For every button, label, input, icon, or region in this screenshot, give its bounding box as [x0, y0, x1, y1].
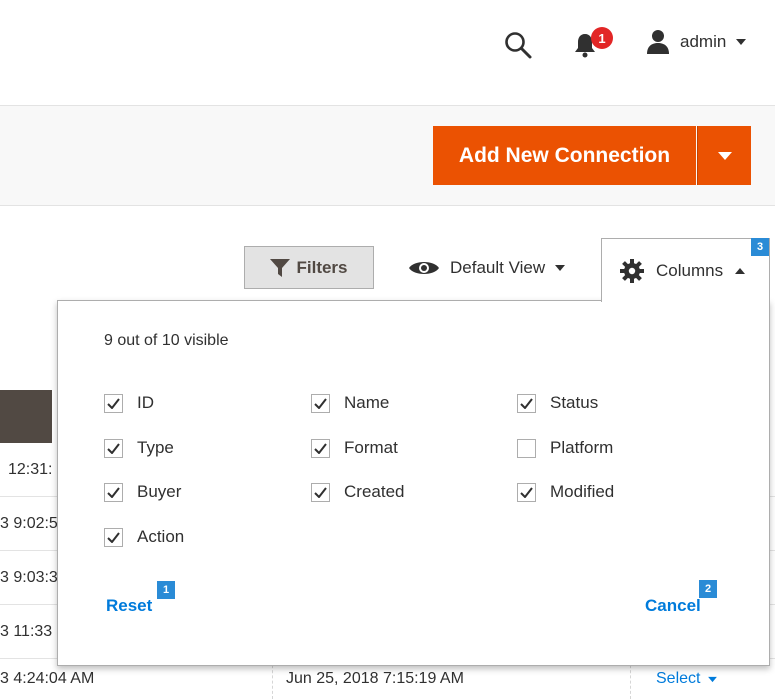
checkbox-checked-icon[interactable] [311, 393, 330, 413]
default-view-label: Default View [450, 258, 546, 277]
columns-label: Columns [656, 260, 724, 280]
column-option-name[interactable]: Name [311, 393, 389, 413]
column-option-label: Modified [550, 482, 615, 501]
column-option-id[interactable]: ID [104, 393, 154, 413]
filter-icon [270, 258, 291, 277]
column-option-label: Type [137, 438, 174, 457]
caret-down-icon [717, 151, 732, 160]
column-option-format[interactable]: Format [311, 438, 398, 458]
column-option-label: Status [550, 393, 599, 412]
columns-dropdown-toggle[interactable]: Columns [601, 238, 770, 302]
checkbox-checked-icon[interactable] [517, 393, 536, 413]
caret-up-icon [735, 267, 746, 274]
column-option-action[interactable]: Action [104, 527, 184, 547]
gear-icon [620, 258, 644, 283]
filters-label: Filters [296, 257, 348, 277]
column-option-status[interactable]: Status [517, 393, 598, 413]
filters-button[interactable]: Filters [244, 246, 374, 289]
callout-marker: 1 [157, 581, 175, 599]
column-option-label: Created [344, 482, 405, 501]
checkbox-unchecked-icon[interactable] [517, 438, 536, 458]
eye-icon [409, 262, 439, 274]
checkbox-checked-icon[interactable] [104, 527, 123, 547]
row-action-label: Select [656, 670, 701, 687]
checkbox-checked-icon[interactable] [104, 482, 123, 502]
column-option-label: Action [137, 527, 185, 546]
column-option-type[interactable]: Type [104, 438, 174, 458]
column-option-label: Buyer [137, 482, 182, 501]
checkbox-checked-icon[interactable] [104, 438, 123, 458]
visible-columns-count: 9 out of 10 visible [104, 332, 229, 349]
user-icon [647, 30, 669, 54]
admin-menu[interactable]: admin [646, 26, 747, 58]
row-time-fragment: 3 11:33 [0, 623, 53, 640]
cancel-button[interactable]: Cancel [645, 596, 701, 616]
add-new-connection-button[interactable]: Add New Connection [433, 126, 696, 185]
reset-button[interactable]: Reset [106, 596, 152, 616]
checkbox-checked-icon[interactable] [311, 482, 330, 502]
admin-username: admin [680, 32, 727, 51]
grid-header [0, 390, 52, 443]
column-option-created[interactable]: Created [311, 482, 404, 502]
default-view-dropdown[interactable]: Default View [408, 254, 566, 282]
callout-marker: 3 [751, 238, 769, 256]
caret-down-icon [736, 39, 747, 45]
column-option-label: ID [137, 393, 154, 412]
column-option-label: Platform [550, 438, 614, 457]
columns-panel: 9 out of 10 visible ID Name Status Type … [57, 300, 770, 666]
column-option-platform[interactable]: Platform [517, 438, 613, 458]
search-icon[interactable] [503, 30, 533, 60]
tab-panel-joint [602, 298, 769, 302]
caret-down-icon [555, 265, 566, 271]
column-option-modified[interactable]: Modified [517, 482, 614, 502]
row-time-fragment: 12:31: [8, 461, 53, 478]
checkbox-checked-icon[interactable] [104, 393, 123, 413]
notification-count-badge[interactable]: 1 [591, 27, 613, 49]
column-option-buyer[interactable]: Buyer [104, 482, 181, 502]
checkbox-checked-icon[interactable] [517, 482, 536, 502]
column-option-label: Name [344, 393, 390, 412]
add-connection-options-toggle[interactable] [697, 126, 751, 185]
column-option-label: Format [344, 438, 398, 457]
row-time-fragment: 3 9:02:5 [0, 515, 58, 532]
row-time-fragment: 3 9:03:3 [0, 569, 58, 586]
callout-marker: 2 [699, 580, 717, 598]
checkbox-checked-icon[interactable] [311, 438, 330, 458]
caret-down-icon [708, 676, 718, 682]
